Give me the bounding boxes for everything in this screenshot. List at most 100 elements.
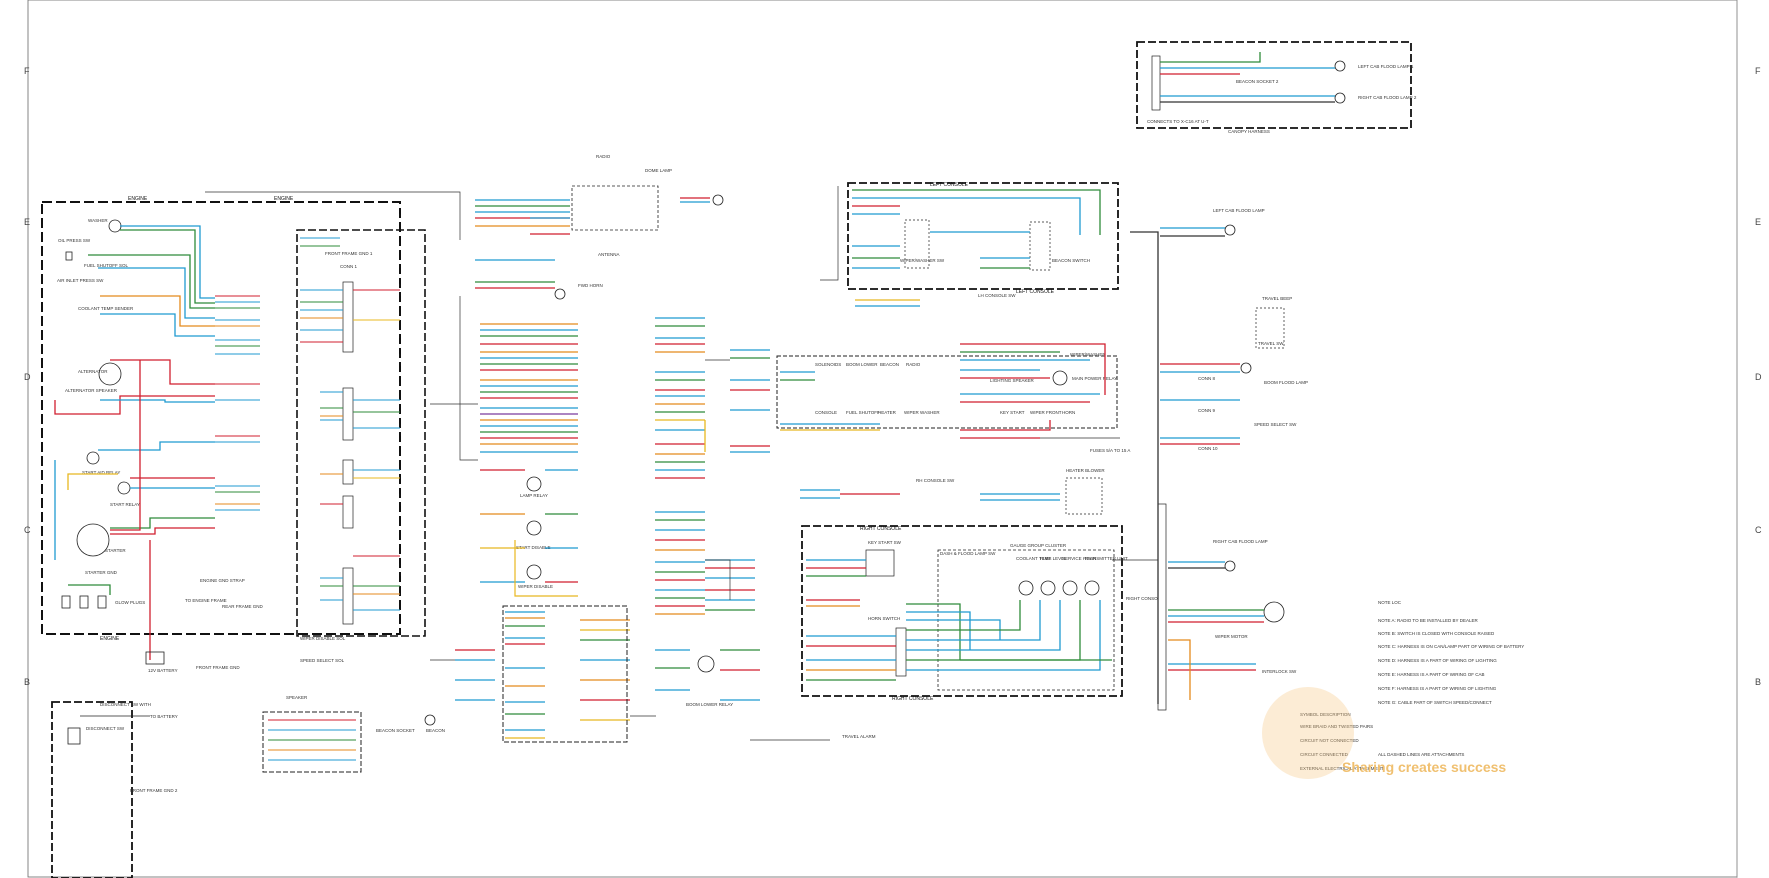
rh-console-sw-label: RH CONSOLE SW <box>916 478 955 483</box>
start-relay-label: START RELAY <box>110 502 140 507</box>
row-labels: F E D C B F E D C B <box>24 66 1762 687</box>
gauge-cluster-label: GAUGE GROUP CLUSTER <box>1010 543 1067 548</box>
row-label-c: C <box>24 525 31 535</box>
fuse-beacon: BEACON <box>880 362 899 367</box>
glow-plug-icon <box>79 595 89 609</box>
left-cab-flood-1-label: LEFT CAB FLOOD LAMP 1 <box>1358 64 1414 69</box>
alt-speaker-label: ALTERNATOR SPEAKER <box>65 388 118 393</box>
front-frame-label: FRONT FRAME GND 1 <box>325 251 373 256</box>
fuel-gauge-icon <box>1040 580 1056 596</box>
to-engine-frame-label: TO ENGINE FRAME <box>185 598 227 603</box>
washer-label: WASHER <box>88 218 108 223</box>
dash-flood-sw-label: DASH & FLOOD LAMP SW <box>940 551 996 556</box>
front-frame-connector: FRONT FRAME GND 1 CONN 1 <box>296 229 426 637</box>
conn1-label: CONN 1 <box>340 264 357 269</box>
front-frame-gnd-label: FRONT FRAME GND <box>196 665 240 670</box>
rear-frame-gnd-label: REAR FRAME GND <box>222 604 264 609</box>
left-console-top-label: LEFT CONSOLE <box>930 182 969 188</box>
right-console: RIGHT CONSOLE RIGHT CONSOLE RIGHT CONSOL… <box>800 468 1163 702</box>
lower-center-bundles <box>455 605 630 743</box>
battery-label: 12V BATTERY <box>148 668 178 673</box>
left-connector-bundles <box>215 295 260 511</box>
row-label-d-right: D <box>1755 372 1762 382</box>
lamp-relay-icon <box>526 476 542 492</box>
flood-lamp-icon <box>1224 224 1236 236</box>
washer-motor-icon <box>108 219 122 233</box>
fuel-shutoff-label: FUEL SHUTOFF SOL <box>84 263 129 268</box>
main-power-relay-icon <box>1052 370 1068 386</box>
to-battery-label: TO BATTERY <box>150 714 178 719</box>
disconnect-switch-icon <box>67 727 81 745</box>
alternator-label: ALTERNATOR <box>78 369 108 374</box>
legend-item-dashed: ALL DASHED LINES ARE ATTACHMENTS <box>1378 752 1464 757</box>
air-inlet-label: AIR INLET PRESS SW <box>57 278 104 283</box>
flood-lamp-icon <box>1334 60 1346 72</box>
travel-beep-label: TRAVEL BEEP <box>1262 296 1292 301</box>
wiper-disable-label: WIPER DISABLE <box>518 584 553 589</box>
right-console-bottom-label: RIGHT CONSOLE <box>892 696 934 702</box>
canopy-label: CANOPY HARNESS <box>1228 129 1270 134</box>
engine-right-label: ENGINE <box>274 196 294 202</box>
antenna-label: RADIO <box>596 154 611 159</box>
beacon-socket-2-label: BEACON SOCKET 2 <box>1236 79 1279 84</box>
disconnect-switch-label: DISCONNECT SW <box>86 726 125 731</box>
hour-meter-icon <box>1062 580 1078 596</box>
note-d: NOTE D: HARNESS IS A PART OF WIRING OF L… <box>1378 658 1497 663</box>
fuse-boom-lower: BOOM LOWER <box>846 362 878 367</box>
wiper-motor-label: WIPER MOTOR <box>1215 634 1248 639</box>
conn8-label: CONN 8 <box>1198 376 1215 381</box>
middle-bundle <box>480 323 578 453</box>
starter-motor-icon <box>76 523 110 557</box>
row-label-b-right: B <box>1755 677 1761 687</box>
start-disable-relay-icon <box>526 520 542 536</box>
page-border <box>27 0 1738 878</box>
canopy-connector-label: CONNECTS TO X-C16 AT U-T <box>1147 119 1209 124</box>
fuse-panel: SOLENOIDS BOOM LOWER BEACON RADIO CONSOL… <box>730 343 1130 453</box>
disconnect-title: DISCONNECT SW WITH <box>100 702 151 707</box>
right-console-top-label: RIGHT CONSOLE <box>860 526 902 532</box>
transmitter-icon <box>1084 580 1100 596</box>
heater-blower-icon <box>1065 477 1103 515</box>
note-c: NOTE C: HARNESS IS ON CAN/LAMP PART OF W… <box>1378 644 1524 649</box>
wiper-disable-sol-label: WIPER DISABLE SOL <box>300 636 346 641</box>
battery-icon <box>145 651 165 665</box>
boom-lower-relay-label: BOOM LOWER RELAY <box>686 702 733 707</box>
beacon-switch-label: BEACON SWITCH <box>1052 258 1090 263</box>
notes: NOTE LOC NOTE A: RADIO TO BE INSTALLED B… <box>1378 600 1524 705</box>
oil-press-switch-icon <box>65 251 73 261</box>
fuse-fuel-shutoff: FUEL SHUTOFF <box>846 410 880 415</box>
heater-blower-label: HEATER BLOWER <box>1066 468 1105 473</box>
oil-press-label: OIL PRESS SW <box>58 238 91 243</box>
coolant-temp-label: COOLANT TEMP SENDER <box>78 306 134 311</box>
fuse-heater: HEATER <box>878 410 897 415</box>
watermark-logo-icon <box>1262 687 1354 779</box>
note-e: NOTE E: HARNESS IS A PART OF WIRING OF C… <box>1378 672 1485 677</box>
conn9-label: CONN 9 <box>1198 408 1215 413</box>
left-console-bottom-label: LEFT CONSOLE <box>1016 289 1055 295</box>
canopy-harness: CANOPY HARNESS CONNECTS TO X-C16 AT U-T … <box>1136 41 1417 134</box>
note-a: NOTE A: RADIO TO BE INSTALLED BY DEALER <box>1378 618 1478 623</box>
radio-area: RADIO DOME LAMP ANTENNA FWD HORN <box>475 154 724 300</box>
key-start-switch-icon <box>865 549 895 577</box>
row-label-e-right: E <box>1755 217 1761 227</box>
row-label-d: D <box>24 372 31 382</box>
wiring-diagram: F E D C B F E D C B ENGINE ENGINE ENGINE… <box>24 0 1762 878</box>
beacon-socket-label: BEACON SOCKET <box>376 728 415 733</box>
starter-gnd-label: STARTER GND <box>85 570 118 575</box>
beacon-switch-icon <box>1029 221 1051 271</box>
lamp-relay-label: LAMP RELAY <box>520 493 548 498</box>
front-frame-gnd2-label: FRONT FRAME GND 2 <box>130 788 178 793</box>
wiper-motor-icon <box>1263 601 1285 623</box>
row-label-c-right: C <box>1755 525 1762 535</box>
disconnect-box: DISCONNECT SW WITH TO BATTERY DISCONNECT… <box>51 701 178 878</box>
boom-lower-relay-icon <box>697 655 715 673</box>
fuse-wiper-front: WIPER FRONT <box>1030 410 1062 415</box>
boom-flood-lamp-label: BOOM FLOOD LAMP <box>1264 380 1308 385</box>
left-cab-flood-lamp-label: LEFT CAB FLOOD LAMP <box>1213 208 1265 213</box>
horn-switch-label: HORN SWITCH <box>868 616 900 621</box>
fuse-horn: HORN <box>1062 410 1075 415</box>
engine-bottom-label: ENGINE <box>100 636 120 642</box>
row-label-f: F <box>24 66 30 76</box>
row-label-b: B <box>24 677 30 687</box>
glow-plugs-label: GLOW PLUGS <box>115 600 145 605</box>
